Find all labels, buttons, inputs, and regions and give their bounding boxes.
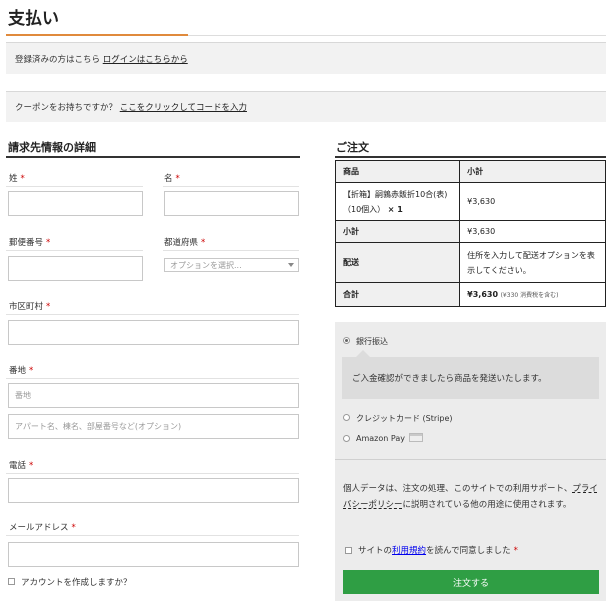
shipping-label: 配送: [334, 242, 461, 283]
total-label: 合計: [334, 282, 461, 307]
coupon-notice: クーポンをお持ちですか？ ここをクリックしてコードを入力: [6, 91, 606, 122]
postcode-label: 郵便番号 *: [9, 238, 51, 248]
billing-heading-rule: [6, 156, 300, 158]
coupon-notice-text: クーポンをお持ちですか？: [15, 103, 118, 113]
label-underline: [6, 250, 143, 251]
email-field[interactable]: [8, 542, 299, 567]
phone-field[interactable]: [8, 478, 299, 503]
chevron-down-icon: [288, 263, 294, 267]
login-link[interactable]: ログインはこちらから: [103, 53, 188, 65]
col-product-header: 商品: [334, 160, 461, 183]
last-name-field[interactable]: [8, 191, 143, 216]
phone-label: 電話 *: [9, 461, 34, 471]
last-name-label: 姓 *: [9, 174, 25, 184]
total-value: ¥3,630: [467, 290, 499, 299]
label-underline: [6, 314, 299, 315]
create-account-label: アカウントを作成しますか？: [21, 578, 132, 588]
create-account-checkbox[interactable]: [8, 578, 15, 585]
email-label: メールアドレス *: [9, 523, 76, 533]
address-line1-field[interactable]: 番地: [8, 383, 299, 408]
label-underline: [163, 250, 299, 251]
credit-card-icon: [409, 433, 423, 442]
order-item-price: ¥3,630: [459, 182, 606, 221]
payment-label-bank[interactable]: 銀行振込: [356, 336, 388, 347]
billing-heading: 請求先情報の詳細: [8, 141, 96, 154]
first-name-field[interactable]: [164, 191, 299, 216]
order-shipping-row: 配送 住所を入力して配送オプションを表示してください。: [334, 242, 606, 283]
col-subtotal-header: 小計: [459, 160, 606, 183]
terms-label: サイトの利用規約を読んで同意しました *: [358, 546, 518, 556]
label-underline: [6, 186, 143, 187]
payment-radio-amazon[interactable]: [343, 435, 350, 442]
prefecture-select-value: オプションを選択...: [170, 260, 242, 270]
payment-description-arrow: [356, 350, 370, 357]
order-heading: ご注文: [336, 141, 369, 154]
address-line1-placeholder: 番地: [15, 391, 31, 400]
order-heading-rule: [335, 156, 606, 158]
total-tax-note: (¥330 消費税を含む): [500, 292, 559, 299]
place-order-button[interactable]: 注文する: [343, 570, 599, 594]
subtotal-label: 小計: [334, 220, 461, 243]
label-underline: [6, 378, 299, 379]
order-item-row: 【折箱】嗣鶉赤飯折10合(表)（10個入） × 1 ¥3,630: [334, 182, 606, 221]
order-total-row: 合計 ¥3,630 (¥330 消費税を含む): [334, 282, 606, 307]
login-notice: 登録済みの方はこちら ログインはこちらから: [6, 42, 606, 74]
label-underline: [6, 535, 299, 536]
order-item-name: 【折箱】嗣鶉赤飯折10合(表)（10個入） × 1: [334, 182, 461, 221]
address-line2-placeholder: アパート名、棟名、部屋番号など(オプション): [15, 422, 182, 431]
login-notice-text: 登録済みの方はこちら: [15, 54, 101, 65]
payment-divider: [335, 459, 606, 460]
label-underline: [163, 186, 299, 187]
page-title: 支払い: [8, 9, 59, 29]
payment-label-amazon[interactable]: Amazon Pay: [356, 434, 405, 443]
order-table-header: 商品 小計: [334, 160, 606, 183]
postcode-field[interactable]: [8, 256, 143, 281]
order-item-qty: × 1: [387, 204, 403, 214]
address-line2-field[interactable]: アパート名、棟名、部屋番号など(オプション): [8, 414, 299, 439]
payment-label-stripe[interactable]: クレジットカード (Stripe): [356, 413, 453, 424]
coupon-link[interactable]: ここをクリックしてコードを入力: [120, 101, 247, 113]
bank-transfer-description: ご入金確認ができましたら商品を発送いたします。: [342, 357, 599, 399]
order-table: 商品 小計 【折箱】嗣鶉赤飯折10合(表)（10個入） × 1 ¥3,630 小…: [334, 160, 606, 307]
total-cell: ¥3,630 (¥330 消費税を含む): [459, 282, 606, 307]
subtotal-value: ¥3,630: [459, 220, 606, 243]
city-label: 市区町村 *: [9, 302, 51, 312]
prefecture-label: 都道府県 *: [164, 238, 206, 248]
title-accent-bar: [6, 34, 188, 36]
shipping-value: 住所を入力して配送オプションを表示してください。: [459, 242, 606, 283]
first-name-label: 名 *: [164, 174, 180, 184]
payment-radio-stripe[interactable]: [343, 414, 350, 421]
payment-radio-bank[interactable]: [343, 337, 350, 344]
privacy-notice: 個人データは、注文の処理、このサイトでの利用サポート、プライバシーポリシーに説明…: [343, 484, 598, 510]
address-label: 番地 *: [9, 366, 34, 376]
city-field[interactable]: [8, 320, 299, 345]
label-underline: [6, 473, 299, 474]
order-subtotal-row: 小計 ¥3,630: [334, 220, 606, 243]
terms-checkbox[interactable]: [345, 547, 352, 554]
prefecture-select[interactable]: オプションを選択...: [164, 258, 299, 272]
terms-link[interactable]: 利用規約: [392, 546, 426, 556]
